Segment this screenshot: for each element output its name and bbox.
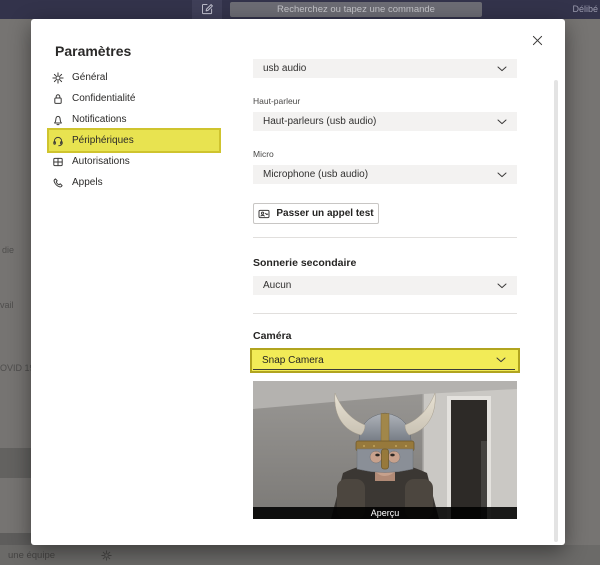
- modal-scrollbar[interactable]: [554, 80, 558, 542]
- sidebar-item-general[interactable]: Général: [49, 67, 219, 88]
- devices-settings-panel: usb audio Haut-parleur Haut-parleurs (us…: [222, 19, 522, 545]
- camera-preview: Aperçu: [253, 381, 517, 519]
- mic-dropdown[interactable]: Microphone (usb audio): [253, 165, 517, 184]
- sidebar-item-label: Notifications: [72, 114, 126, 125]
- section-divider: [253, 237, 517, 238]
- app-top-bar: Recherchez ou tapez une commande Délibé: [0, 0, 600, 19]
- preview-caption-label: Aperçu: [371, 508, 400, 518]
- phone-icon: [52, 177, 64, 189]
- close-icon: [532, 35, 543, 46]
- dialog-title: Paramètres: [55, 43, 131, 59]
- preview-caption: Aperçu: [253, 507, 517, 519]
- sidebar-item-devices[interactable]: Périphériques: [49, 130, 219, 151]
- close-button[interactable]: [529, 32, 545, 48]
- camera-dropdown[interactable]: Snap Camera: [253, 351, 515, 370]
- ringtone-heading: Sonnerie secondaire: [253, 257, 356, 269]
- chevron-down-icon: [497, 283, 507, 289]
- test-call-button[interactable]: Passer un appel test: [253, 203, 379, 224]
- bell-icon: [52, 114, 64, 126]
- audio-device-dropdown[interactable]: usb audio: [253, 59, 517, 78]
- chevron-down-icon: [497, 172, 507, 178]
- chevron-down-icon: [497, 66, 507, 72]
- teams-app-window: Recherchez ou tapez une commande Délibé …: [0, 0, 600, 565]
- compose-pencil-icon: [202, 4, 213, 15]
- sidebar-item-notifications[interactable]: Notifications: [49, 109, 219, 130]
- topbar-right-text: Délibé: [572, 4, 598, 14]
- sidebar-item-permissions[interactable]: Autorisations: [49, 151, 219, 172]
- chevron-down-icon: [497, 119, 507, 125]
- dimmed-sidebar-text-fragment: vail: [0, 300, 14, 310]
- sidebar-item-privacy[interactable]: Confidentialité: [49, 88, 219, 109]
- dimmed-sidebar-text-fragment: die: [2, 245, 14, 255]
- join-team-label: une équipe: [8, 550, 55, 561]
- gear-icon: [52, 72, 64, 84]
- section-divider: [253, 313, 517, 314]
- sidebar-item-label: Appels: [72, 177, 103, 188]
- test-call-label: Passer un appel test: [276, 208, 373, 219]
- new-message-button[interactable]: [192, 0, 222, 19]
- sidebar-item-label: Autorisations: [72, 156, 130, 167]
- camera-heading: Caméra: [253, 330, 292, 342]
- dimmed-sidebar-text-fragment: OVID 19: [0, 363, 35, 373]
- mic-label: Micro: [253, 149, 274, 159]
- sidebar-item-label: Général: [72, 72, 108, 83]
- speaker-dropdown[interactable]: Haut-parleurs (usb audio): [253, 112, 517, 131]
- speaker-label: Haut-parleur: [253, 96, 300, 106]
- speaker-value: Haut-parleurs (usb audio): [263, 116, 376, 127]
- chevron-down-icon: [496, 357, 506, 363]
- ringtone-value: Aucun: [263, 280, 291, 291]
- settings-dialog: Paramètres Général: [31, 19, 565, 545]
- search-placeholder: Recherchez ou tapez une commande: [277, 4, 435, 15]
- lock-icon: [52, 93, 64, 105]
- headset-icon: [52, 135, 64, 147]
- command-search-input[interactable]: Recherchez ou tapez une commande: [230, 2, 482, 17]
- camera-preview-image: [253, 381, 517, 519]
- mic-value: Microphone (usb audio): [263, 169, 368, 180]
- ringtone-dropdown[interactable]: Aucun: [253, 276, 517, 295]
- dimmed-bottom-bar: une équipe: [0, 545, 600, 565]
- camera-dropdown-highlight: Snap Camera: [250, 348, 520, 373]
- sidebar-item-label: Périphériques: [72, 135, 134, 146]
- manage-team-gear-icon: [101, 550, 112, 561]
- test-call-icon: [258, 208, 270, 220]
- sidebar-item-calls[interactable]: Appels: [49, 172, 219, 193]
- audio-device-value: usb audio: [263, 63, 306, 74]
- camera-value: Snap Camera: [262, 355, 324, 366]
- settings-nav: Général Confidentialité: [49, 67, 219, 193]
- sidebar-item-label: Confidentialité: [72, 93, 135, 104]
- apps-icon: [52, 156, 64, 168]
